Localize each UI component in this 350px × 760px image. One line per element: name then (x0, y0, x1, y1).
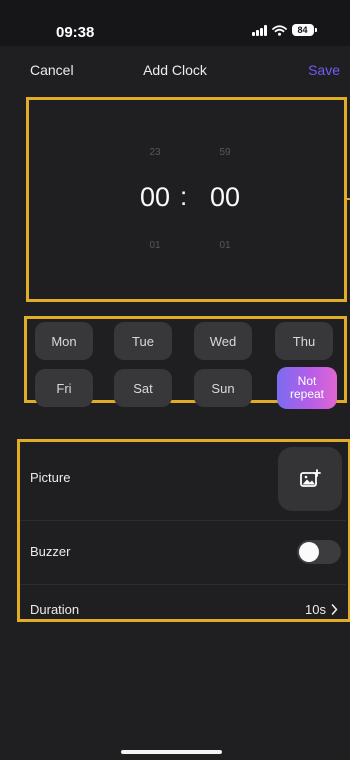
day-fri-button[interactable]: Fri (35, 369, 93, 407)
day-sun-button[interactable]: Sun (194, 369, 252, 407)
minute-prev: 59 (219, 147, 231, 158)
add-picture-button[interactable] (278, 447, 342, 511)
time-picker: 23 00 01 : 59 00 01 (26, 97, 350, 302)
duration-selector[interactable]: 10s (305, 602, 338, 617)
status-time: 09:38 (56, 24, 95, 41)
add-image-icon (300, 469, 321, 487)
minute-next: 01 (219, 240, 231, 251)
chevron-right-icon (331, 604, 338, 615)
minute-value[interactable]: 00 (195, 182, 255, 213)
status-icons: 84 (252, 22, 317, 38)
home-indicator[interactable] (121, 750, 222, 754)
day-tue-button[interactable]: Tue (114, 322, 172, 360)
day-mon-button[interactable]: Mon (35, 322, 93, 360)
repeat-days: Mon Tue Wed Thu Fri Sat Sun Not repeat (24, 316, 347, 409)
hour-prev: 23 (149, 147, 161, 158)
status-bar: 09:38 84 (0, 0, 350, 46)
nav-bar: Cancel Add Clock Save (0, 56, 350, 84)
wifi-icon (271, 24, 287, 36)
battery-icon: 84 (291, 24, 317, 36)
page-title: Add Clock (143, 62, 207, 78)
save-button[interactable]: Save (308, 62, 340, 78)
duration-label: Duration (30, 602, 80, 617)
buzzer-toggle[interactable] (297, 540, 341, 564)
toggle-knob (299, 542, 319, 562)
day-thu-button[interactable]: Thu (275, 322, 333, 360)
not-repeat-button[interactable]: Not repeat (277, 367, 337, 409)
duration-value: 10s (305, 602, 326, 617)
buzzer-label: Buzzer (30, 544, 71, 559)
day-sat-button[interactable]: Sat (114, 369, 172, 407)
hour-next: 01 (149, 240, 161, 251)
time-separator: : (180, 181, 188, 211)
settings-list: Picture Buzzer Duration 10s (17, 439, 350, 622)
hour-value[interactable]: 00 (125, 182, 185, 213)
day-wed-button[interactable]: Wed (194, 322, 252, 360)
divider (20, 584, 346, 585)
divider (20, 520, 346, 521)
picture-label: Picture (30, 470, 71, 485)
signal-icon (252, 24, 267, 36)
